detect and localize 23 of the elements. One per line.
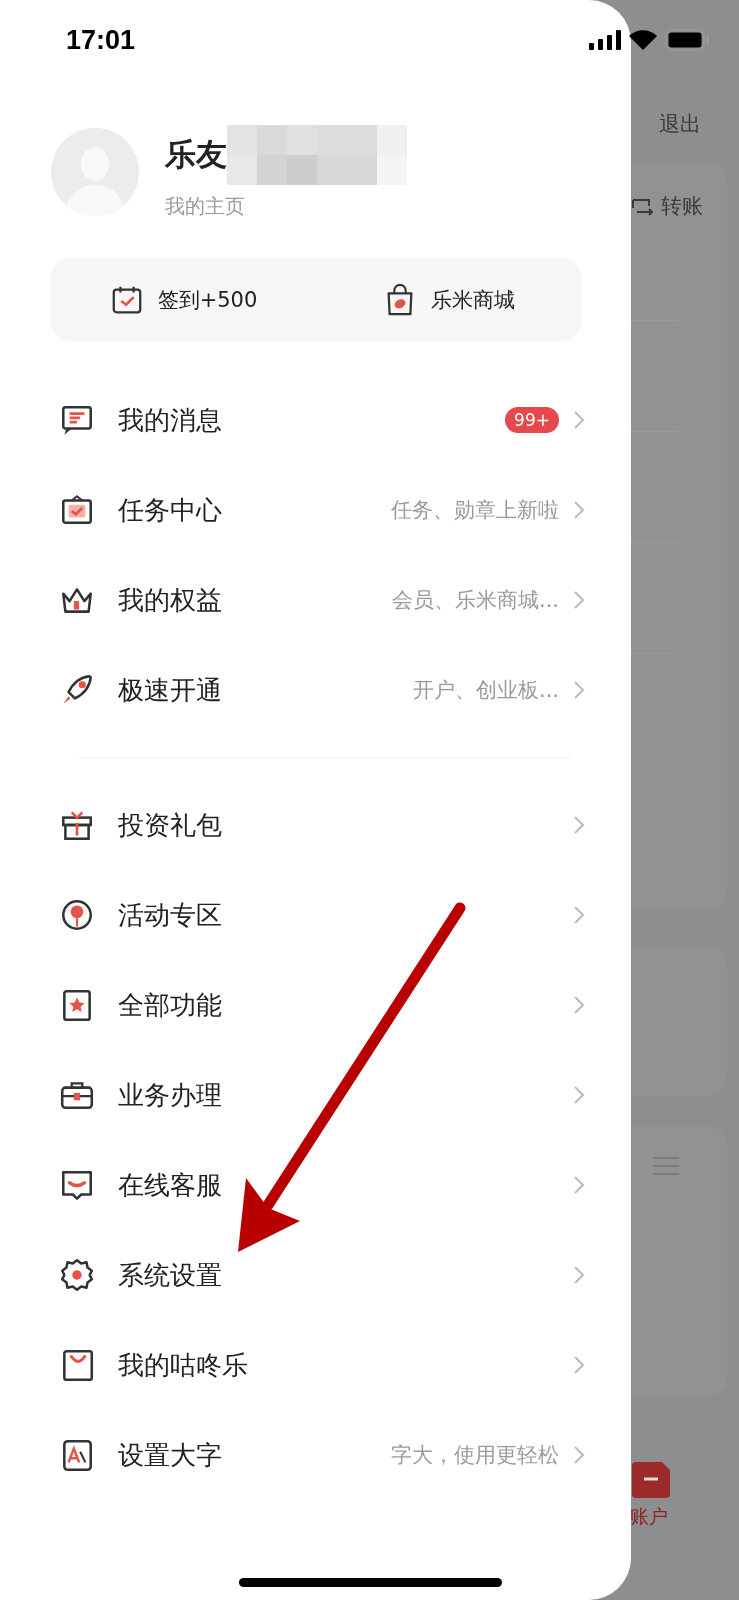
menu-item[interactable]: 全部功能 <box>0 960 631 1050</box>
menu-item[interactable]: 我的权益 会员、乐米商城... <box>0 555 631 645</box>
menu-item[interactable]: 在线客服 <box>0 1140 631 1230</box>
menu-hint: 任务、勋章上新啦 <box>391 497 559 524</box>
quick-action[interactable]: 签到+500 <box>51 258 316 341</box>
user-name: 乐友 <box>165 134 227 174</box>
menu-item[interactable]: 我的咕咚乐 <box>0 1320 631 1410</box>
menu-item[interactable]: 任务中心 任务、勋章上新啦 <box>0 465 631 555</box>
logout-link[interactable]: 退出 <box>659 112 701 136</box>
quick-action[interactable]: 乐米商城 <box>316 258 581 341</box>
status-time: 17:01 <box>66 24 136 56</box>
menu-item[interactable]: 系统设置 <box>0 1230 631 1320</box>
menu-item[interactable]: 极速开通 开户、创业板... <box>0 645 631 735</box>
count-badge: 99+ <box>505 407 559 433</box>
menu-hint: 开户、创业板... <box>412 677 559 704</box>
menu-item[interactable]: 设置大字 字大，使用更轻松 <box>0 1410 631 1500</box>
menu-item[interactable]: 投资礼包 <box>0 780 631 870</box>
transfer-label: 转账 <box>661 193 703 220</box>
menu-item[interactable]: 业务办理 <box>0 1050 631 1140</box>
menu-hint: 会员、乐米商城... <box>391 587 559 614</box>
menu-hint: 字大，使用更轻松 <box>391 1442 559 1469</box>
menu-item[interactable]: 活动专区 <box>0 870 631 960</box>
menu-item[interactable]: 我的消息 99+ <box>0 375 631 465</box>
